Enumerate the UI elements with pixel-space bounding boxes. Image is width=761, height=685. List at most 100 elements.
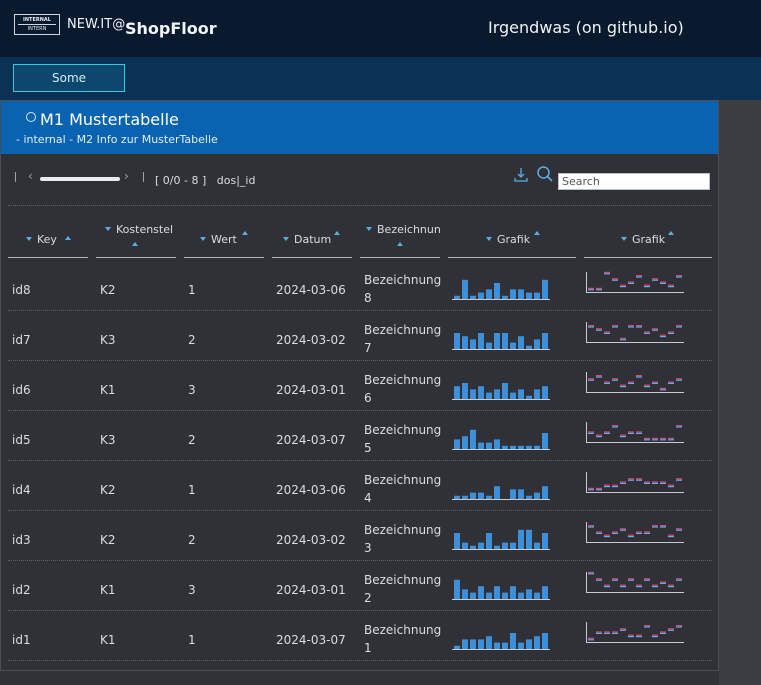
sparkline-bar bbox=[534, 389, 540, 399]
sort-desc-icon[interactable] bbox=[200, 237, 206, 241]
next-page-icon[interactable]: › bbox=[124, 169, 129, 183]
sparkline-marker-top bbox=[596, 631, 602, 633]
sort-asc-icon[interactable] bbox=[334, 231, 340, 235]
sparkline-marker bbox=[676, 276, 682, 278]
table-row[interactable]: id2 K1 3 2024-03-01 Bezeichnung 2 bbox=[8, 561, 712, 611]
cell-bezeichnung-number: 5 bbox=[364, 441, 372, 455]
sparkline-marker-top bbox=[588, 637, 594, 639]
sparkline-marker bbox=[644, 286, 650, 288]
sparkline-marker-top bbox=[636, 634, 642, 636]
sparkline-marker-top bbox=[596, 434, 602, 436]
sparkline-marker-top bbox=[644, 625, 650, 627]
sparkline-marker bbox=[596, 489, 602, 491]
sparkline-marker bbox=[660, 439, 666, 441]
sparkline-bar bbox=[502, 445, 508, 449]
column-header-grafik-dots[interactable]: Grafik bbox=[584, 218, 712, 258]
column-header-kostenstelle[interactable]: Kostenstel bbox=[96, 218, 176, 258]
prev-page-icon[interactable]: ‹ bbox=[28, 169, 33, 183]
page-slider[interactable] bbox=[40, 177, 120, 181]
column-header-grafik-bars[interactable]: Grafik bbox=[448, 218, 576, 258]
sparkline-bar bbox=[526, 589, 532, 599]
sparkline-bar bbox=[542, 433, 548, 449]
column-header-datum[interactable]: Datum bbox=[272, 218, 352, 258]
column-label: Grafik bbox=[632, 233, 666, 246]
download-icon[interactable] bbox=[513, 166, 529, 184]
sparkline-marker-top bbox=[652, 328, 658, 330]
search-icon[interactable] bbox=[536, 165, 554, 183]
sparkline-bar bbox=[542, 586, 548, 599]
sparkline-bar bbox=[470, 429, 476, 449]
sort-asc-icon[interactable] bbox=[534, 231, 540, 235]
sort-desc-icon[interactable] bbox=[366, 227, 372, 231]
cell-bezeichnung: Bezeichnung bbox=[364, 423, 442, 437]
column-header-bezeichnung[interactable]: Bezeichnun bbox=[360, 218, 440, 258]
table-row[interactable]: id6 K1 3 2024-03-01 Bezeichnung 6 bbox=[8, 361, 712, 411]
column-label: Grafik bbox=[497, 233, 531, 246]
sparkline-marker bbox=[644, 386, 650, 388]
sparkline-bar bbox=[462, 589, 468, 599]
sparkline-bar bbox=[510, 489, 516, 499]
cell-bezeichnung: Bezeichnung bbox=[364, 473, 442, 487]
sort-asc-icon[interactable] bbox=[132, 242, 138, 246]
bar-sparkline bbox=[452, 383, 550, 400]
sparkline-marker bbox=[596, 376, 602, 378]
sparkline-marker-top bbox=[668, 628, 674, 630]
bar-sparkline bbox=[452, 579, 550, 600]
sparkline-marker bbox=[652, 482, 658, 484]
sparkline-marker bbox=[652, 586, 658, 588]
table-row[interactable]: id1 K1 1 2024-03-07 Bezeichnung 1 bbox=[8, 611, 712, 661]
sort-desc-icon[interactable] bbox=[621, 237, 627, 241]
search-input[interactable] bbox=[558, 173, 710, 190]
sort-asc-icon[interactable] bbox=[397, 242, 403, 246]
sparkline-marker bbox=[676, 426, 682, 428]
sort-asc-icon[interactable] bbox=[242, 231, 248, 235]
sparkline-bar bbox=[502, 295, 508, 299]
cell-key: id3 bbox=[12, 533, 31, 547]
sort-desc-icon[interactable] bbox=[486, 237, 492, 241]
sort-desc-icon[interactable] bbox=[283, 237, 289, 241]
sparkline-marker-top bbox=[596, 531, 602, 533]
sparkline-marker bbox=[636, 326, 642, 328]
cell-kostenstelle: K3 bbox=[100, 333, 116, 347]
table-row[interactable]: id4 K2 1 2024-03-06 Bezeichnung 4 bbox=[8, 461, 712, 511]
sparkline-bar bbox=[462, 436, 468, 449]
column-header-key[interactable]: Key bbox=[8, 218, 88, 258]
first-page-icon[interactable] bbox=[15, 172, 16, 182]
cell-wert: 2 bbox=[188, 533, 196, 547]
sparkline-bar bbox=[470, 389, 476, 399]
sort-desc-icon[interactable] bbox=[26, 237, 32, 241]
sparkline-marker bbox=[644, 579, 650, 581]
table-row[interactable]: id7 K3 2 2024-03-02 Bezeichnung 7 bbox=[8, 311, 712, 361]
table-row[interactable]: id8 K2 1 2024-03-06 Bezeichnung 8 bbox=[8, 261, 712, 311]
sparkline-marker-top bbox=[660, 281, 666, 283]
sparkline-marker bbox=[668, 629, 674, 631]
sparkline-marker bbox=[676, 479, 682, 481]
sparkline-marker bbox=[668, 332, 674, 334]
sparkline-bar bbox=[534, 592, 540, 599]
column-header-wert[interactable]: Wert bbox=[184, 218, 264, 258]
column-label: Kostenstel bbox=[116, 223, 174, 236]
cell-wert: 2 bbox=[188, 433, 196, 447]
cell-bezeichnung-number: 8 bbox=[364, 291, 372, 305]
sparkline-marker bbox=[636, 276, 642, 278]
sparkline-marker bbox=[636, 636, 642, 638]
sparkline-bar bbox=[478, 292, 484, 299]
sort-asc-icon[interactable] bbox=[65, 236, 71, 240]
sparkline-marker bbox=[660, 632, 666, 634]
sort-desc-icon[interactable] bbox=[105, 227, 111, 231]
cell-bezeichnung: Bezeichnung bbox=[364, 523, 442, 537]
sparkline-marker bbox=[620, 629, 626, 631]
sparkline-marker-top bbox=[644, 384, 650, 386]
sparkline-marker-top bbox=[604, 431, 610, 433]
table-row[interactable]: id3 K2 2 2024-03-02 Bezeichnung 3 bbox=[8, 511, 712, 561]
sparkline-marker-top bbox=[588, 487, 594, 489]
cell-kostenstelle: K1 bbox=[100, 633, 116, 647]
row-divider bbox=[8, 660, 712, 661]
sparkline-bar bbox=[518, 445, 524, 449]
sparkline-bar bbox=[518, 529, 524, 549]
table-row[interactable]: id5 K3 2 2024-03-07 Bezeichnung 5 bbox=[8, 411, 712, 461]
sparkline-marker bbox=[660, 389, 666, 391]
sort-asc-icon[interactable] bbox=[668, 231, 674, 235]
last-page-icon[interactable] bbox=[143, 172, 144, 182]
some-button[interactable]: Some bbox=[13, 64, 125, 92]
